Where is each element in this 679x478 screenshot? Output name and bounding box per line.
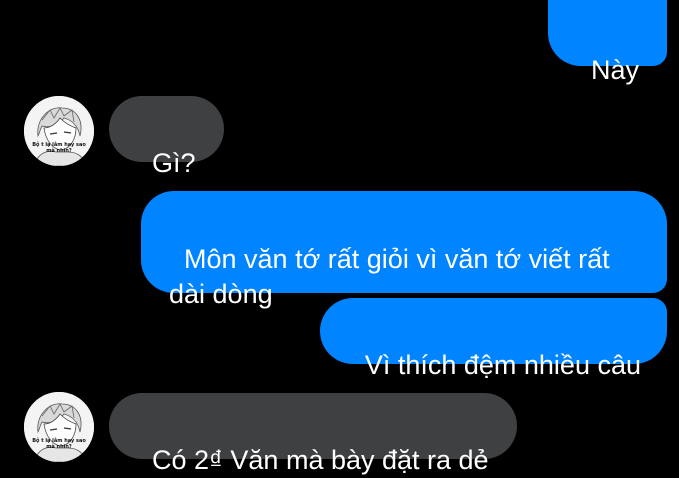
contact-avatar[interactable]: Bộ t lạ lắm hay sao mà nhìn? (24, 96, 94, 166)
contact-avatar[interactable]: Bộ t lạ lắm hay sao mà nhìn? (24, 392, 94, 462)
message-text: Vì thích đệm nhiều câu (364, 350, 641, 380)
message-text: Có 2₫ Văn mà bày đặt ra dẻ (152, 445, 489, 475)
avatar-caption: Bộ t lạ lắm hay sao mà nhìn? (32, 142, 86, 154)
incoming-message-bubble[interactable]: Có 2₫ Văn mà bày đặt ra dẻ (109, 393, 517, 475)
message-text: Gì? (152, 148, 196, 178)
outgoing-message-bubble[interactable]: Môn văn tớ rất giỏi vì văn tớ viết rất d… (141, 191, 667, 309)
anime-avatar-icon (24, 96, 94, 166)
incoming-message-bubble[interactable]: Gì? (109, 96, 224, 178)
outgoing-message-bubble[interactable]: Vì thích đệm nhiều câu (319, 298, 667, 380)
anime-avatar-icon (24, 392, 94, 462)
message-text: Này (590, 55, 639, 85)
avatar-caption: Bộ t lạ lắm hay sao mà nhìn? (32, 438, 86, 450)
outgoing-message-bubble[interactable]: Này (547, 0, 667, 85)
